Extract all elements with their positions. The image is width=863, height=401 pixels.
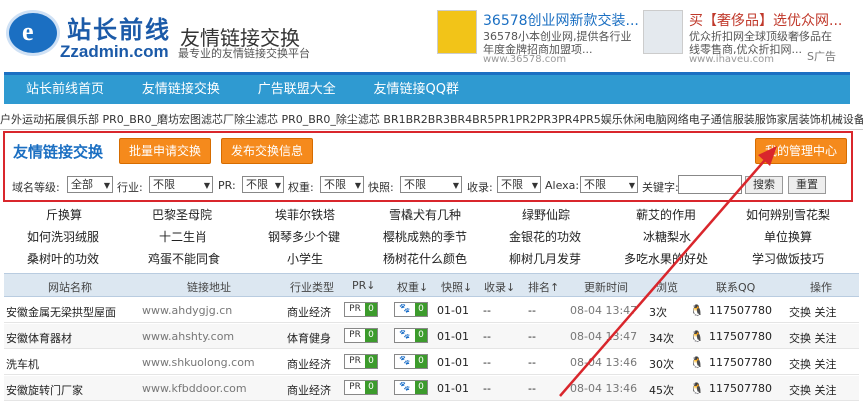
annotation-arrow-icon	[559, 146, 777, 397]
